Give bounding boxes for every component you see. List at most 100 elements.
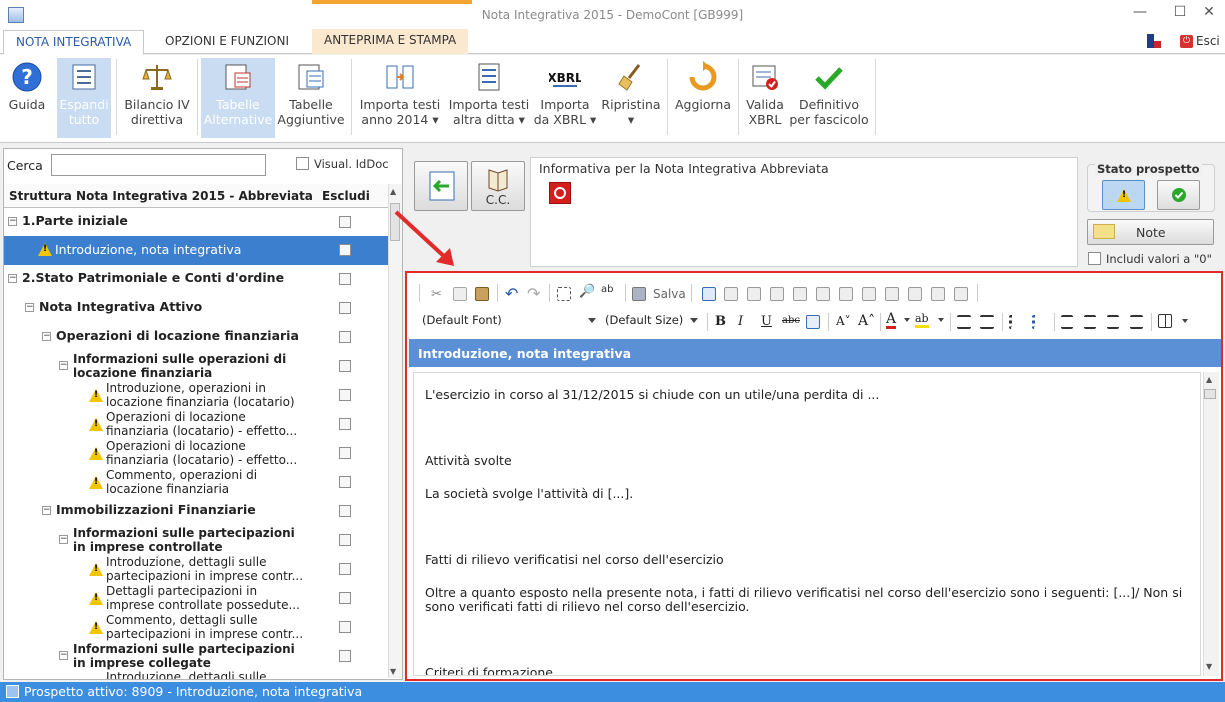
aggiorna-button[interactable]: Aggiorna [671, 58, 735, 138]
editor-scrollbar[interactable] [1203, 372, 1219, 676]
select-all-icon[interactable] [557, 287, 571, 301]
align-left-icon[interactable] [1061, 315, 1073, 329]
exclude-checkbox[interactable] [339, 447, 351, 459]
exclude-checkbox[interactable] [339, 650, 351, 662]
tabelle-aggiuntive-button[interactable]: Tabelle Aggiuntive [276, 58, 346, 138]
includi-valori-checkbox[interactable] [1088, 252, 1101, 265]
insert-row-above-icon[interactable] [747, 287, 761, 301]
exclude-checkbox[interactable] [339, 534, 351, 546]
exit-button[interactable]: Esci [1196, 34, 1220, 48]
tree-node-selected[interactable]: Introduzione, nota integrativa [4, 236, 388, 265]
espandi-tutto-button[interactable]: Espandi tutto [57, 58, 111, 138]
stato-ok-button[interactable] [1157, 180, 1200, 210]
tab-opzioni-funzioni[interactable]: OPZIONI E FUNZIONI [153, 30, 301, 55]
bullet-list-icon[interactable] [1009, 315, 1023, 329]
exit-icon[interactable]: ⏻ [1180, 35, 1193, 48]
clear-format-icon[interactable] [806, 315, 820, 329]
merge-cells-icon[interactable] [885, 287, 899, 301]
outdent-icon[interactable] [957, 315, 971, 329]
exclude-checkbox[interactable] [339, 476, 351, 488]
underline-icon[interactable]: U [761, 314, 772, 329]
delete-col-icon[interactable] [862, 287, 876, 301]
collapse-icon[interactable]: − [59, 361, 68, 370]
editor-content[interactable]: L'esercizio in corso al 31/12/2015 si ch… [413, 372, 1201, 676]
salva-button[interactable]: Salva [653, 287, 686, 301]
collapse-icon[interactable]: − [25, 303, 34, 312]
tree-node[interactable]: Commento, operazioni di locazione finanz… [4, 468, 388, 497]
collapse-icon[interactable]: − [42, 332, 51, 341]
paste-icon[interactable] [475, 287, 489, 301]
tree-node[interactable]: Operazioni di locazione finanziaria (loc… [4, 439, 388, 468]
editor-scrollbar-thumb[interactable] [1204, 389, 1216, 399]
tree-node[interactable]: − Informazioni sulle partecipazioni in i… [4, 642, 388, 671]
highlight-icon[interactable]: ab [915, 312, 929, 328]
scroll-down-icon[interactable]: ▼ [390, 667, 396, 676]
numbered-list-icon[interactable] [1032, 315, 1046, 329]
exclude-checkbox[interactable] [339, 302, 351, 314]
tree-node[interactable]: Commento, dettagli sulle partecipazioni … [4, 613, 388, 642]
collapse-icon[interactable]: − [8, 217, 17, 226]
chevron-down-icon[interactable] [904, 318, 910, 322]
strikethrough-icon[interactable]: abc [782, 315, 800, 326]
tree-node[interactable]: Introduzione, operazioni in locazione fi… [4, 381, 388, 410]
split-cells-icon[interactable] [908, 287, 922, 301]
tree-node[interactable]: Introduzione, dettagli sulle [4, 671, 388, 679]
tab-anteprima-stampa[interactable]: ANTEPRIMA E STAMPA [312, 29, 469, 54]
delete-row-icon[interactable] [793, 287, 807, 301]
insert-col-left-icon[interactable] [816, 287, 830, 301]
ripristina-button[interactable]: Ripristina ▾ [598, 58, 664, 138]
tree-node[interactable]: Dettagli partecipazioni in imprese contr… [4, 584, 388, 613]
tree-node[interactable]: Introduzione, dettagli sulle partecipazi… [4, 555, 388, 584]
table-tools-icon[interactable] [954, 287, 968, 301]
bilancio-button[interactable]: Bilancio IV direttiva [121, 58, 193, 138]
back-button[interactable] [414, 161, 468, 211]
tree-node[interactable]: Operazioni di locazione finanziaria (loc… [4, 410, 388, 439]
chevron-down-icon[interactable] [938, 318, 944, 322]
collapse-icon[interactable]: − [59, 535, 68, 544]
exclude-checkbox[interactable] [339, 360, 351, 372]
tabelle-alternative-button[interactable]: Tabelle Alternative [201, 58, 275, 138]
tree-node[interactable]: − 1.Parte iniziale [4, 208, 388, 237]
chevron-down-icon[interactable] [1182, 319, 1188, 323]
importa-altra-ditta-button[interactable]: Importa testi altra ditta ▾ [445, 58, 533, 138]
insert-table-icon[interactable] [702, 287, 716, 301]
exclude-checkbox[interactable] [339, 331, 351, 343]
align-right-icon[interactable] [1107, 315, 1119, 329]
delete-table-icon[interactable] [931, 287, 945, 301]
insert-col-right-icon[interactable] [839, 287, 853, 301]
indent-icon[interactable] [980, 315, 994, 329]
exclude-checkbox[interactable] [339, 592, 351, 604]
borders-icon[interactable] [1158, 314, 1172, 328]
language-flag-icon[interactable] [1147, 34, 1161, 48]
table-props-icon[interactable] [724, 287, 738, 301]
insert-row-below-icon[interactable] [770, 287, 784, 301]
cc-button[interactable]: C.C. [471, 161, 525, 211]
exclude-checkbox[interactable] [339, 389, 351, 401]
stato-warning-button[interactable] [1102, 180, 1145, 210]
align-justify-icon[interactable] [1130, 315, 1143, 329]
copy-icon[interactable] [453, 287, 467, 301]
maximize-button[interactable]: ☐ [1168, 4, 1192, 20]
tree-node[interactable]: − Operazioni di locazione finanziaria [4, 323, 388, 352]
replace-icon[interactable]: ab [601, 284, 621, 298]
find-icon[interactable]: 🔎 [579, 284, 595, 299]
search-input[interactable] [51, 154, 266, 176]
tree-node[interactable]: − Nota Integrativa Attivo [4, 294, 388, 323]
definitivo-button[interactable]: Definitivo per fascicolo [788, 58, 870, 138]
save-icon[interactable] [632, 287, 646, 301]
bold-icon[interactable]: B [715, 314, 726, 329]
tree-node[interactable]: − 2.Stato Patrimoniale e Conti d'ordine [4, 265, 388, 294]
align-center-icon[interactable] [1084, 315, 1096, 329]
exclude-checkbox[interactable] [339, 563, 351, 575]
collapse-icon[interactable]: − [42, 506, 51, 515]
collapse-icon[interactable]: − [8, 274, 17, 283]
font-shrink-icon[interactable]: A˅ [836, 314, 851, 328]
close-button[interactable]: ✕ [1197, 4, 1221, 20]
exclude-checkbox[interactable] [339, 505, 351, 517]
size-select[interactable]: (Default Size) [605, 313, 702, 331]
exclude-checkbox[interactable] [339, 621, 351, 633]
exclude-checkbox[interactable] [339, 216, 351, 228]
collapse-icon[interactable]: − [59, 651, 68, 660]
exclude-checkbox[interactable] [339, 418, 351, 430]
guida-button[interactable]: ? Guida [5, 58, 49, 138]
